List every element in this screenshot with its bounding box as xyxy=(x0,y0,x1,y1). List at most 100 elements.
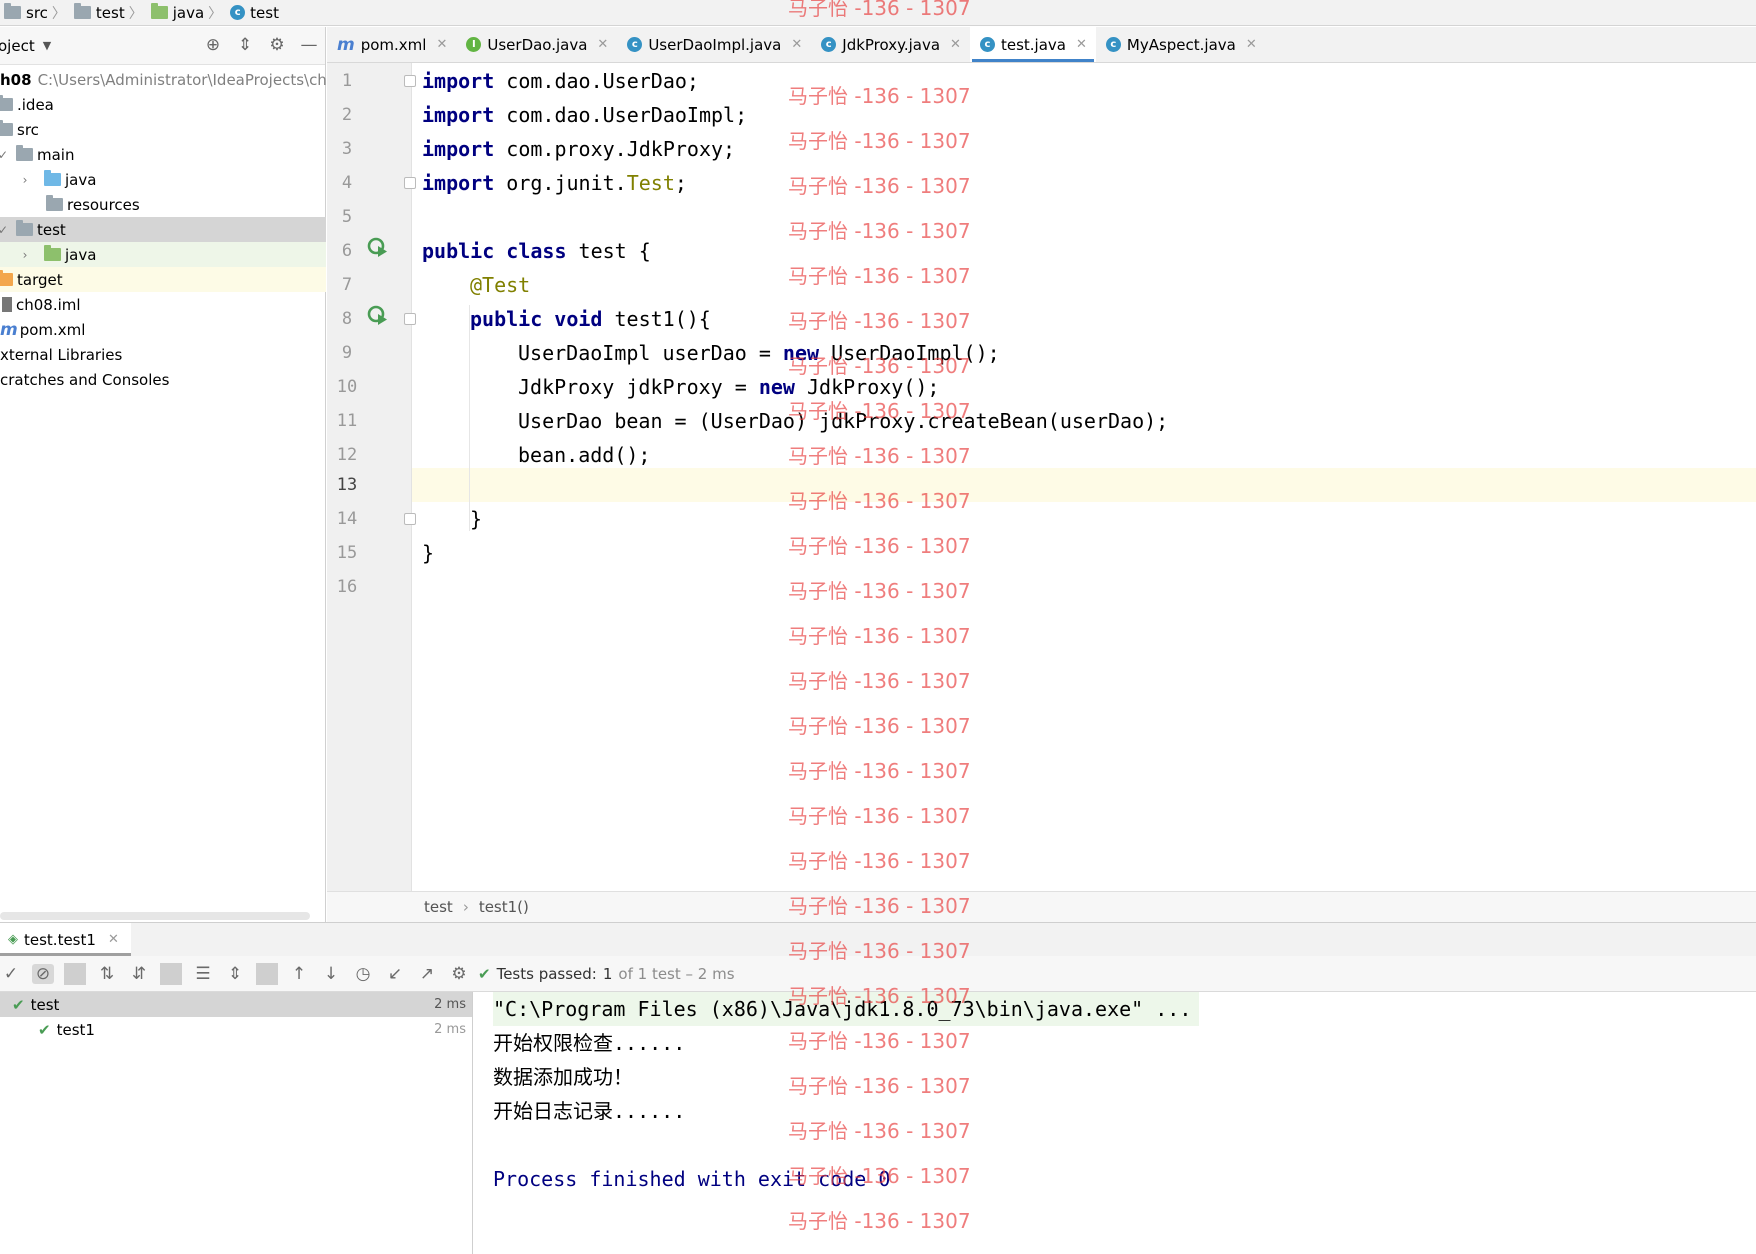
history-icon[interactable]: ◷ xyxy=(352,964,374,984)
tab-userdao[interactable]: I UserDao.java ✕ xyxy=(456,27,617,62)
line-number: 14 xyxy=(336,509,358,529)
tab-pom-xml[interactable]: m pom.xml ✕ xyxy=(327,27,456,62)
folder-icon xyxy=(16,220,33,236)
run-tab[interactable]: ◈ test.test1 ✕ xyxy=(0,923,131,956)
line-number: 3 xyxy=(341,139,353,159)
folder-icon xyxy=(73,3,91,19)
chevron-down-icon[interactable]: ✓ xyxy=(0,223,10,237)
tree-item-iml[interactable]: ch08.iml xyxy=(0,292,326,317)
console-command-line[interactable]: "C:\Program Files (x86)\Java\jdk1.8.0_73… xyxy=(493,992,1200,1026)
tab-test-java[interactable]: c test.java ✕ xyxy=(969,27,1096,62)
breadcrumb-java[interactable]: java xyxy=(150,3,204,22)
tab-jdkproxy[interactable]: c JdkProxy.java ✕ xyxy=(811,27,970,62)
keyword: import xyxy=(422,137,495,161)
tree-item-main[interactable]: ✓ main xyxy=(0,142,326,167)
gear-icon[interactable]: ⚙ xyxy=(448,964,470,984)
chevron-down-icon[interactable]: ✓ xyxy=(0,148,10,162)
code-line: } xyxy=(422,541,435,565)
show-passed-icon[interactable]: ✓ xyxy=(0,964,22,984)
tab-userdaoimpl[interactable]: c UserDaoImpl.java ✕ xyxy=(617,27,811,62)
next-failed-icon[interactable]: ↓ xyxy=(320,964,342,984)
code-line: public void test1(){ xyxy=(470,302,711,336)
tree-item-test[interactable]: ✓ test xyxy=(0,217,326,242)
close-icon[interactable]: ✕ xyxy=(1076,37,1087,52)
close-icon[interactable]: ✕ xyxy=(950,37,961,52)
breadcrumb-label: test xyxy=(95,3,125,22)
tree-item-resources[interactable]: resources xyxy=(0,192,326,217)
fold-icon[interactable] xyxy=(404,513,416,525)
chevron-right-icon[interactable]: › xyxy=(18,248,32,262)
breadcrumb-method[interactable]: test1() xyxy=(479,898,529,916)
run-test-icon[interactable] xyxy=(367,237,389,259)
gear-icon[interactable]: ⚙ xyxy=(267,35,287,55)
console-output[interactable]: "C:\Program Files (x86)\Java\jdk1.8.0_73… xyxy=(474,992,1756,1254)
test-node-method[interactable]: ✔ test1 2 ms xyxy=(0,1017,472,1042)
collapse-all-icon[interactable]: ⇕ xyxy=(224,964,246,984)
fold-icon[interactable] xyxy=(404,177,416,189)
line-number: 7 xyxy=(341,275,353,295)
tree-item-label: resources xyxy=(67,195,140,214)
toolbar-separator xyxy=(160,962,182,985)
test-source-folder-icon xyxy=(44,245,61,261)
code-editor[interactable]: 1 2 3 4 5 6 7 8 9 10 11 12 13 14 15 16 i… xyxy=(327,63,1756,891)
check-icon: ✔ xyxy=(38,1020,51,1039)
code-text: test1(){ xyxy=(602,307,711,331)
folder-icon xyxy=(0,95,13,111)
show-ignored-icon[interactable]: ⊘ xyxy=(32,963,54,984)
import-tests-icon[interactable]: ↙ xyxy=(384,964,406,984)
minimize-icon[interactable]: — xyxy=(299,35,319,55)
close-icon[interactable]: ✕ xyxy=(108,932,119,947)
tree-item-pom[interactable]: m pom.xml xyxy=(0,317,326,342)
horizontal-scrollbar[interactable] xyxy=(0,912,310,920)
tree-item-main-java[interactable]: › java xyxy=(0,167,326,192)
annotation-class: Test xyxy=(626,171,675,195)
tree-item-idea[interactable]: .idea xyxy=(0,92,326,117)
tab-myaspect[interactable]: c MyAspect.java ✕ xyxy=(1096,27,1266,62)
line-number: 10 xyxy=(336,377,358,397)
code-line: UserDao bean = (UserDao) jdkProxy.create… xyxy=(518,409,1169,433)
chevron-right-icon[interactable]: › xyxy=(18,173,32,187)
tree-item-project-root[interactable]: h08 C:\Users\Administrator\IdeaProjects\… xyxy=(0,67,326,92)
tab-label: test.java xyxy=(1000,35,1066,54)
locate-icon[interactable]: ⊕ xyxy=(203,35,223,55)
console-line: 开始日志记录...... xyxy=(493,1099,686,1123)
breadcrumb-test[interactable]: test xyxy=(73,3,125,22)
tree-item-scratches[interactable]: cratches and Consoles xyxy=(0,367,326,392)
class-icon: c xyxy=(230,5,246,20)
code-line: import com.dao.UserDaoImpl; xyxy=(422,98,747,132)
code-line: JdkProxy jdkProxy = new JdkProxy(); xyxy=(518,370,939,404)
keyword: public class xyxy=(422,239,567,263)
fold-icon[interactable] xyxy=(404,313,416,325)
close-icon[interactable]: ✕ xyxy=(791,37,802,52)
collapse-all-icon[interactable]: ⇕ xyxy=(235,35,255,55)
previous-failed-icon[interactable]: ↑ xyxy=(288,964,310,984)
sort-alphabetically-icon[interactable]: ⇅ xyxy=(96,964,118,984)
breadcrumb-test-class[interactable]: c test xyxy=(230,4,279,22)
tree-item-test-java[interactable]: › java xyxy=(0,242,326,267)
run-test-icon[interactable] xyxy=(367,305,389,327)
tree-item-src[interactable]: src xyxy=(0,117,326,142)
test-node-class[interactable]: ✔ test 2 ms xyxy=(0,992,472,1017)
breadcrumb-class[interactable]: test xyxy=(424,898,453,916)
keyword: new xyxy=(782,341,820,365)
tree-item-target[interactable]: target xyxy=(0,267,326,292)
class-icon: c xyxy=(821,37,837,52)
line-number: 5 xyxy=(341,207,353,227)
sort-by-duration-icon[interactable]: ⇵ xyxy=(128,964,150,984)
chevron-down-icon[interactable]: ▼ xyxy=(43,39,51,52)
code-line: UserDaoImpl userDao = new UserDaoImpl(); xyxy=(518,336,1000,370)
fold-icon[interactable] xyxy=(404,75,416,87)
breadcrumb-src[interactable]: src xyxy=(4,3,48,22)
test-source-folder-icon xyxy=(150,3,168,19)
excluded-folder-icon xyxy=(0,270,13,286)
close-icon[interactable]: ✕ xyxy=(1246,37,1257,52)
tree-item-label: target xyxy=(17,270,63,289)
test-node-label: test1 xyxy=(56,1020,95,1039)
close-icon[interactable]: ✕ xyxy=(436,37,447,52)
export-tests-icon[interactable]: ↗ xyxy=(416,964,438,984)
expand-all-icon[interactable]: ☰ xyxy=(192,964,214,984)
tree-item-external-libraries[interactable]: xternal Libraries xyxy=(0,342,326,367)
close-icon[interactable]: ✕ xyxy=(597,37,608,52)
project-view-selector[interactable]: oject xyxy=(0,37,35,55)
maven-icon: m xyxy=(0,319,18,340)
